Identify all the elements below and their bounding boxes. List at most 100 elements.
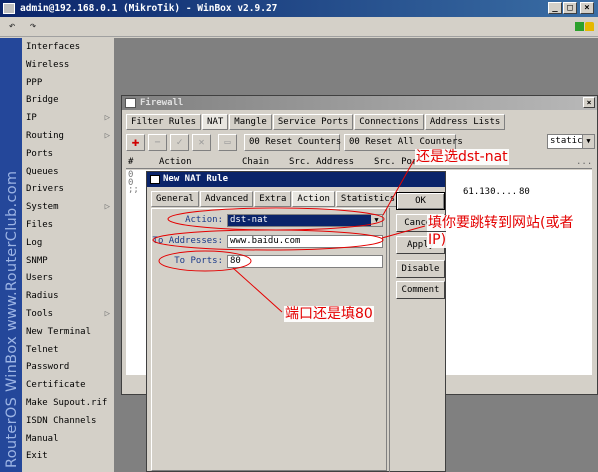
action-select[interactable]: dst-nat ▼ [227, 214, 383, 227]
firewall-title: Firewall [140, 98, 184, 108]
chain-select-value: static [550, 136, 583, 146]
to-ports-field[interactable]: 80 [227, 255, 383, 268]
sidebar-item-wireless[interactable]: Wireless [22, 56, 114, 74]
chevron-down-icon: ▼ [582, 135, 594, 148]
minimize-button[interactable]: _ [548, 2, 562, 14]
annotation-ports: 端口还是填80 [284, 306, 374, 322]
tab-service-ports[interactable]: Service Ports [272, 114, 354, 130]
sidebar-item-label: Wireless [26, 59, 70, 70]
add-icon[interactable]: ✚ [126, 134, 145, 151]
tab-statistics[interactable]: Statistics [335, 191, 401, 207]
firewall-title-bar: Firewall × [122, 96, 597, 110]
remove-icon[interactable]: − [148, 134, 167, 151]
annotation-address: 填你要跳转到网站(或者 [427, 215, 575, 231]
window-icon [150, 175, 160, 184]
sidebar-item-label: Make Supout.rif [26, 397, 108, 408]
tab-address-lists[interactable]: Address Lists [424, 114, 506, 130]
sidebar-item-radius[interactable]: Radius [22, 287, 114, 305]
tab-extra[interactable]: Extra [254, 191, 292, 207]
comment-button[interactable]: Comment [396, 281, 445, 299]
tab-action[interactable]: Action [292, 191, 335, 207]
sidebar-item-exit[interactable]: Exit [22, 447, 114, 465]
sidebar-item-tools[interactable]: Tools ▷ [22, 305, 114, 323]
chain-select[interactable]: static ▼ [547, 134, 595, 149]
col-src-address[interactable]: Src. Address [289, 155, 354, 169]
sidebar-item-interfaces[interactable]: Interfaces [22, 38, 114, 56]
sidebar-item-system[interactable]: System ▷ [22, 198, 114, 216]
sidebar-item-label: System [26, 202, 59, 213]
window-title-bar: admin@192.168.0.1 (MikroTik) - WinBox v2… [0, 0, 598, 17]
sidebar-menu: Interfaces Wireless PPP Bridge IP ▷ Routing ▷ Po… [22, 38, 114, 465]
firewall-close-button[interactable]: × [583, 97, 595, 108]
sidebar-item-label: Tools [26, 308, 54, 319]
enable-icon[interactable]: ✓ [170, 134, 189, 151]
sidebar-item-queues[interactable]: Queues [22, 163, 114, 181]
sidebar-item-ports[interactable]: Ports [22, 145, 114, 163]
sidebar-item-label: Drivers [26, 184, 64, 195]
sidebar-item-label: SNMP [26, 255, 48, 266]
sidebar-item-isdn-channels[interactable]: ISDN Channels [22, 412, 114, 430]
tab-general[interactable]: General [151, 191, 199, 207]
sidebar-item-label: Queues [26, 166, 59, 177]
lock-icon [585, 22, 594, 31]
comment-icon[interactable]: ▭ [218, 134, 237, 151]
sidebar-item-label: Ports [26, 148, 54, 159]
col-action[interactable]: Action [159, 155, 192, 169]
sidebar-item-password[interactable]: Password [22, 358, 114, 376]
disable-button[interactable]: Disable [396, 260, 445, 278]
to-addresses-field[interactable]: www.baidu.com [227, 235, 383, 248]
sidebar-item-label: Password [26, 362, 70, 373]
tab-filter-rules[interactable]: Filter Rules [126, 114, 202, 130]
sidebar-item-make-supout-rif[interactable]: Make Supout.rif [22, 394, 114, 412]
submenu-arrow-icon: ▷ [104, 113, 110, 124]
sidebar-item-label: Interfaces [26, 42, 81, 52]
action-select-value: dst-nat [230, 215, 268, 225]
window-icon [125, 98, 136, 108]
sidebar-item-label: Certificate [26, 380, 86, 391]
submenu-arrow-icon: ▷ [104, 202, 110, 213]
sidebar-item-telnet[interactable]: Telnet [22, 341, 114, 359]
divider [389, 208, 390, 472]
col-index[interactable]: # [128, 155, 133, 169]
to-addresses-label: To Addresses: [152, 236, 223, 246]
sidebar-item-drivers[interactable]: Drivers [22, 180, 114, 198]
sidebar-item-ppp[interactable]: PPP [22, 74, 114, 92]
sidebar-item-certificate[interactable]: Certificate [22, 376, 114, 394]
table-row[interactable]: 61.130.... 80 [461, 184, 592, 198]
sidebar-item-manual[interactable]: Manual [22, 430, 114, 448]
row-cell-port: 80 [519, 187, 530, 197]
sidebar-item-label: Telnet [26, 344, 59, 355]
sidebar-item-routing[interactable]: Routing ▷ [22, 127, 114, 145]
dialog-title-bar: New NAT Rule [147, 172, 445, 187]
tab-mangle[interactable]: Mangle [229, 114, 272, 130]
more-columns[interactable]: ... [576, 155, 592, 169]
sidebar-item-snmp[interactable]: SNMP [22, 252, 114, 270]
tab-advanced[interactable]: Advanced [199, 191, 254, 207]
annotation-address-2: IP) [427, 232, 448, 248]
col-chain[interactable]: Chain [242, 155, 269, 169]
sidebar-item-log[interactable]: Log [22, 234, 114, 252]
tab-nat[interactable]: NAT [202, 114, 229, 130]
sidebar-item-label: Manual [26, 433, 59, 444]
sidebar-item-label: Exit [26, 451, 48, 462]
close-button[interactable]: × [580, 2, 594, 14]
undo-icon[interactable]: ↶ [3, 19, 21, 34]
sidebar-item-bridge[interactable]: Bridge [22, 91, 114, 109]
brand-strip: RouterOS WinBox www.RouterClub.com [0, 38, 22, 472]
main-toolbar: ↶ ↷ [0, 17, 598, 37]
dialog-tabs: General Advanced Extra Action Statistics [151, 191, 401, 207]
maximize-button[interactable]: □ [563, 2, 577, 14]
reset-counters-button[interactable]: 00 Reset Counters [244, 134, 341, 151]
sidebar-item-users[interactable]: Users [22, 269, 114, 287]
ok-button[interactable]: OK [396, 192, 445, 210]
dialog-title: New NAT Rule [163, 174, 229, 184]
redo-icon[interactable]: ↷ [24, 19, 42, 34]
brand-text: RouterOS WinBox www.RouterClub.com [4, 170, 20, 468]
sidebar-item-label: Bridge [26, 95, 59, 106]
row-cell-address: 61.130.... [463, 187, 518, 197]
sidebar-item-ip[interactable]: IP ▷ [22, 109, 114, 127]
tab-connections[interactable]: Connections [354, 114, 424, 130]
sidebar-item-files[interactable]: Files [22, 216, 114, 234]
disable-icon[interactable]: ✕ [192, 134, 211, 151]
sidebar-item-new-terminal[interactable]: New Terminal [22, 323, 114, 341]
